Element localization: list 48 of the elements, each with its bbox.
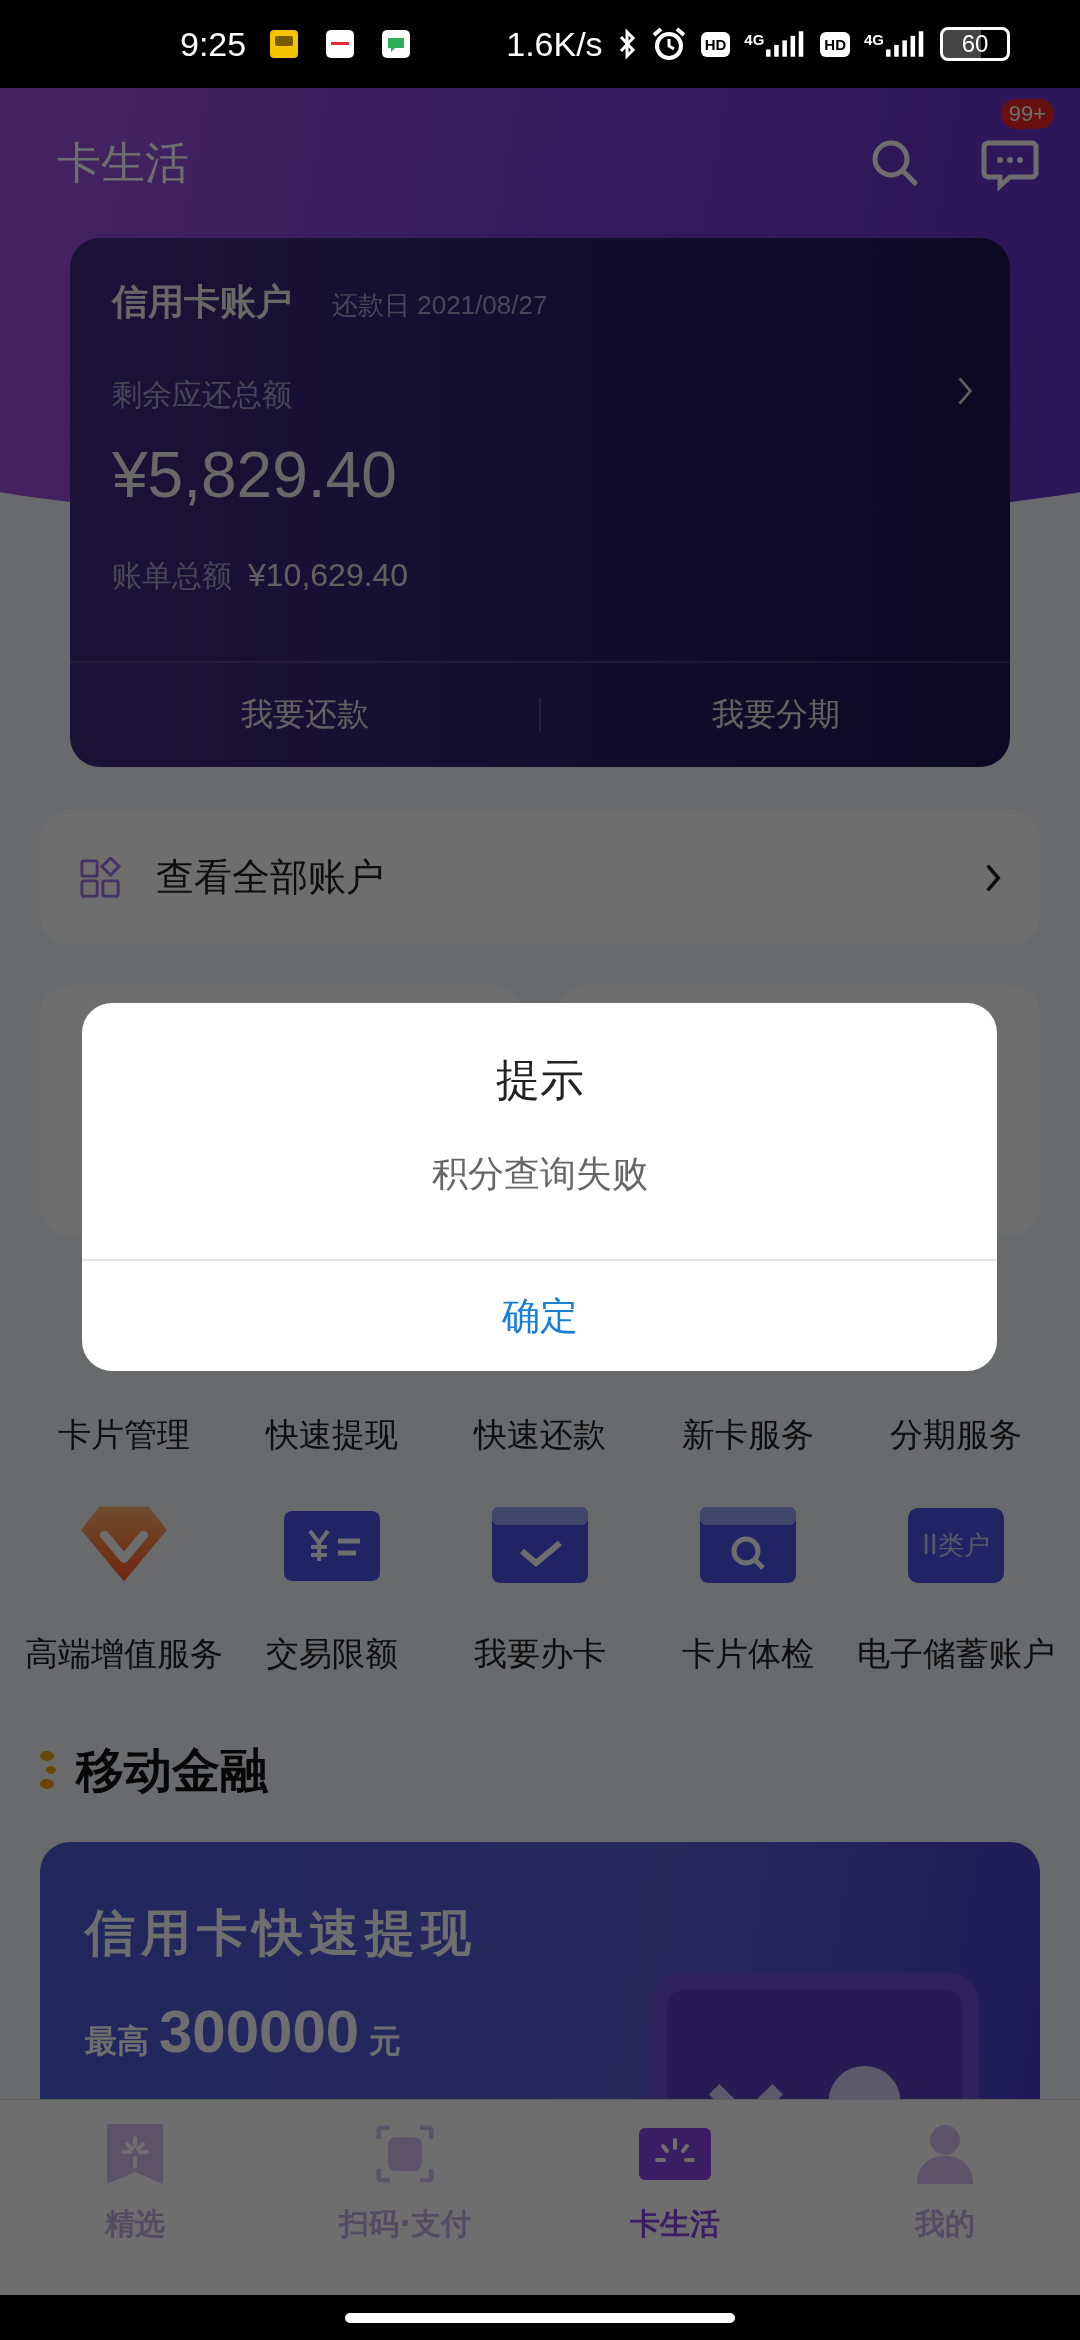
confirm-button[interactable]: 确定 [82,1259,997,1371]
dialog-message: 积分查询失败 [431,1152,648,1196]
page-title: 卡生活 [57,135,189,190]
cash-advance-banner[interactable]: 信用卡快速提现 最高 300000 元 [40,1842,1040,2099]
all-accounts-row[interactable]: 查看全部账户 [40,810,1040,945]
service-label[interactable]: 卡片管理 [58,1411,190,1459]
section-marker-icon [40,1748,56,1792]
card-check-icon[interactable] [490,1505,590,1585]
signal-icon [886,31,926,57]
network-speed: 1.6K/s [506,24,603,64]
app-notification-icon [270,30,299,58]
hd-badge: HD [700,31,731,57]
banner-title: 信用卡快速提现 [85,1903,478,1964]
service-label[interactable]: 交易限额 [266,1630,398,1678]
network-type: 4G [864,31,884,48]
banner-amount: 300000 [159,1997,360,2066]
service-label[interactable]: 电子储蓄账户 [857,1630,1055,1678]
account-action-button[interactable]: 我要还款 [70,663,539,767]
alarm-icon [650,26,687,62]
app-notification-icon [326,30,355,58]
card-search-icon[interactable] [698,1505,798,1585]
bill-amount: ¥10,629.40 [248,557,409,594]
nav-tab[interactable]: 卡生活 [540,2100,810,2295]
status-time: 9:25 [180,24,247,64]
service-label[interactable]: 快速还款 [474,1411,606,1459]
search-icon[interactable] [870,138,920,188]
account-action-button[interactable]: 我要分期 [541,663,1010,767]
home-indicator[interactable] [345,2312,735,2323]
remaining-amount: ¥5,829.40 [112,438,398,512]
banner-prefix: 最高 [85,2021,149,2062]
dialog-title: 提示 [495,1053,584,1107]
service-label[interactable]: 高端增值服务 [25,1630,223,1678]
section-title: 移动金融 [76,1741,268,1800]
scan-icon [375,2122,435,2186]
person-icon [915,2122,975,2186]
service-label[interactable]: 新卡服务 [682,1411,814,1459]
app-notification-icon [382,30,411,58]
service-label[interactable]: 分期服务 [890,1411,1022,1459]
hd-badge: HD [820,31,850,57]
service-label[interactable]: 卡片体检 [682,1630,814,1678]
service-label[interactable]: 快速提现 [266,1411,398,1459]
service-label[interactable]: 我要办卡 [474,1630,606,1678]
grid-icon [80,856,122,899]
account-title: 信用卡账户 [112,280,292,324]
banner-unit: 元 [369,2021,402,2062]
battery-indicator: 60 [940,27,1010,61]
bookmark-icon [105,2122,165,2186]
network-type: 4G [744,31,765,48]
